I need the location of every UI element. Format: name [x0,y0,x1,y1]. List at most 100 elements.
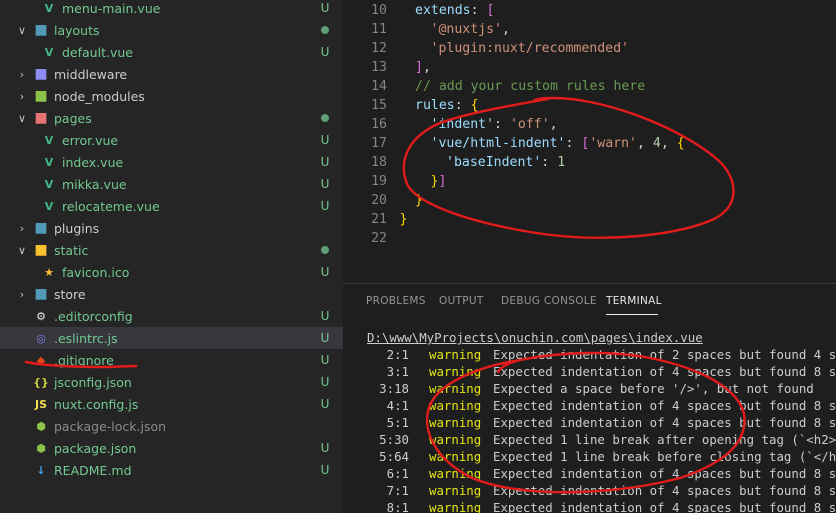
explorer-item-label: default.vue [62,44,133,60]
line-number: 12 [371,41,387,56]
git-modified-dot [318,111,332,125]
code-line[interactable]: 20} [343,191,836,210]
code-line[interactable]: 14 // add your custom rules here [343,77,836,96]
folder-icon: ■ [34,22,48,38]
git-untracked-badge: U [320,309,330,323]
chevron-right-icon[interactable]: › [16,288,28,301]
git-untracked-badge: U [320,155,330,169]
explorer-file-favicon-ico[interactable]: ★ favicon.ico U [0,261,343,283]
warning-location: 5:1 [386,415,409,430]
code-text: // add your custom rules here [415,79,646,94]
git-untracked-badge: U [320,331,330,345]
explorer-file-nuxt-config-js[interactable]: JS nuxt.config.js U [0,393,343,415]
chevron-right-icon[interactable]: › [16,222,28,235]
explorer-item-label: .editorconfig [54,308,133,324]
explorer-file-package-json[interactable]: ⬢ package.json U [0,437,343,459]
code-line[interactable]: 10 extends: [ [343,1,836,20]
explorer-file-gitignore[interactable]: ◆ .gitignore U [0,349,343,371]
explorer-file-mikka-vue[interactable]: Vmikka.vue U [0,173,343,195]
line-number: 16 [371,117,387,132]
explorer-item-label: .gitignore [54,352,114,368]
active-tab-indicator [606,314,658,315]
chevron-down-icon[interactable]: ∨ [16,244,28,257]
warning-location: 4:1 [386,398,409,413]
explorer-folder-node-modules[interactable]: › ■ node_modules [0,85,343,107]
code-text: 'indent': 'off', [430,117,558,132]
code-line[interactable]: 15 rules: { [343,96,836,115]
warning-level: warning [429,432,482,447]
code-line[interactable]: 17 'vue/html-indent': ['warn', 4, { [343,134,836,153]
warning-message: Expected indentation of 4 spaces but fou… [493,500,836,513]
explorer-folder-layouts[interactable]: ∨ ■ layouts [0,19,343,41]
explorer-item-label: README.md [54,462,132,478]
editorconfig-icon: ⚙ [36,309,46,323]
tab-problems[interactable]: PROBLEMS [366,295,426,307]
explorer-file-relocateme-vue[interactable]: Vrelocateme.vue U [0,195,343,217]
git-untracked-badge: U [320,375,330,389]
warning-location: 8:1 [386,500,409,513]
explorer-item-label: pages [54,110,92,126]
explorer-item-label: static [54,242,89,258]
terminal-warning-row: 5:1 warning Expected indentation of 4 spac… [343,414,836,431]
code-line[interactable]: 12 'plugin:nuxt/recommended' [343,39,836,58]
chevron-down-icon[interactable]: ∨ [16,24,28,37]
git-untracked-badge: U [320,463,330,477]
code-text: 'plugin:nuxt/recommended' [430,41,630,56]
line-number: 15 [371,98,387,113]
explorer-folder-plugins[interactable]: › ■ plugins [0,217,343,239]
explorer-file-editorconfig[interactable]: ⚙ .editorconfig U [0,305,343,327]
line-number: 20 [371,193,387,208]
vue-icon: V [44,177,54,191]
code-line[interactable]: 13], [343,58,836,77]
code-line[interactable]: 22 [343,229,836,248]
warning-level: warning [429,415,482,430]
explorer-item-label: store [54,286,86,302]
chevron-down-icon[interactable]: ∨ [16,112,28,125]
explorer-folder-store[interactable]: › ■ store [0,283,343,305]
explorer-folder-middleware[interactable]: › ■ middleware [0,63,343,85]
chevron-right-icon[interactable]: › [16,90,28,103]
code-text: ], [415,60,431,75]
explorer-folder-static[interactable]: ∨ ■ static [0,239,343,261]
explorer-file-menu-main-vue[interactable]: Vmenu-main.vue U [0,0,343,19]
warning-level: warning [429,466,482,481]
git-modified-dot [318,23,332,37]
code-editor[interactable]: 10 extends: [11 '@nuxtjs', 12 'plugin:nuxt/r… [343,0,836,283]
line-number: 13 [371,60,387,75]
code-line[interactable]: 18 'baseIndent': 1 [343,153,836,172]
terminal-warning-row: 6:1 warning Expected indentation of 4 spac… [343,465,836,482]
explorer-item-label: error.vue [62,132,119,148]
tab-output[interactable]: OUTPUT [439,295,484,307]
chevron-right-icon[interactable]: › [16,68,28,81]
warning-message: Expected indentation of 4 spaces but fou… [493,466,836,481]
static-folder-icon: ■ [34,242,48,258]
terminal-warning-row: 4:1 warning Expected indentation of 4 spac… [343,397,836,414]
explorer-file-readme-md[interactable]: ↓ README.md U [0,459,343,481]
explorer-file-index-vue[interactable]: Vindex.vue U [0,151,343,173]
explorer-file-package-lock-json[interactable]: ⬢ package-lock.json [0,415,343,437]
explorer-folder-pages[interactable]: ∨ ■ pages [0,107,343,129]
code-line[interactable]: 19}] [343,172,836,191]
explorer-item-label: menu-main.vue [62,0,161,16]
line-number: 14 [371,79,387,94]
explorer-item-label: relocateme.vue [62,198,160,214]
warning-location: 2:1 [386,347,409,362]
tab-terminal[interactable]: TERMINAL [606,295,662,307]
warning-location: 5:30 [379,432,409,447]
explorer-item-label: jsconfig.json [54,374,132,390]
git-untracked-badge: U [320,177,330,191]
explorer-file-jsconfig-json[interactable]: {} jsconfig.json U [0,371,343,393]
tab-debug-console[interactable]: DEBUG CONSOLE [501,295,597,307]
warning-message: Expected indentation of 4 spaces but fou… [493,415,836,430]
code-text: 'baseIndent': 1 [446,155,566,170]
explorer-file-default-vue[interactable]: Vdefault.vue U [0,41,343,63]
vue-icon: V [44,199,54,213]
code-line[interactable]: 11 '@nuxtjs', [343,20,836,39]
terminal-warning-row: 5:64 warning Expected 1 line break before … [343,448,836,465]
terminal-file-path-line: D:\www\MyProjects\onuchin.com\pages\inde… [343,329,836,346]
explorer-file-eslintrc-js[interactable]: ◎ .eslintrc.js U [0,327,343,349]
terminal-file-path[interactable]: D:\www\MyProjects\onuchin.com\pages\inde… [367,329,703,346]
explorer-file-error-vue[interactable]: Verror.vue U [0,129,343,151]
code-line[interactable]: 16 'indent': 'off', [343,115,836,134]
code-line[interactable]: 21} [343,210,836,229]
